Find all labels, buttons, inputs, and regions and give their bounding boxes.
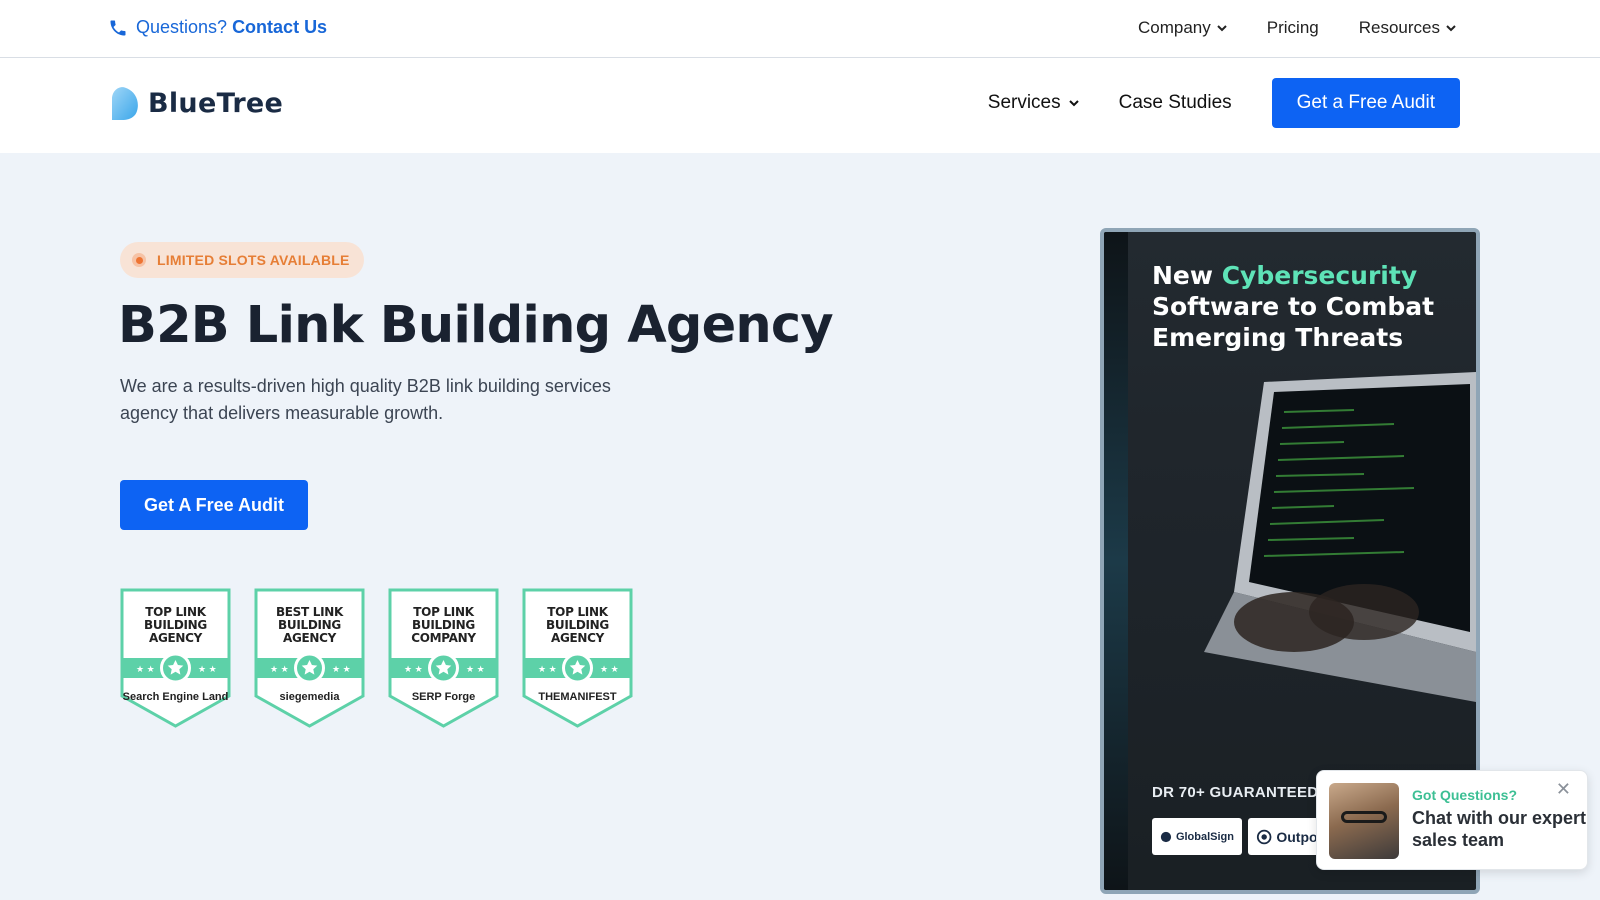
nav-company[interactable]: Company [1138, 18, 1227, 38]
contact-link[interactable]: Questions? Contact Us [108, 17, 327, 38]
status-dot-icon [132, 253, 146, 267]
award-source: Search Engine Land [122, 691, 229, 703]
award-line: TOP LINK [145, 605, 206, 619]
promo-title-new: New [1152, 261, 1213, 290]
award-line: BUILDING [278, 618, 341, 632]
brand-name: BlueTree [148, 87, 284, 119]
award-line: AGENCY [282, 631, 337, 645]
nav-services-label: Services [987, 92, 1061, 113]
chevron-down-icon [1217, 25, 1227, 32]
bluetree-logo-icon [112, 87, 138, 120]
award-source: SERP Forge [411, 691, 476, 703]
award-badge-serp-forge: ★ ★ ★ ★ TOP LINK BUILDING COMPANY SERP Forg… [388, 588, 499, 730]
chat-widget[interactable]: Got Questions? Chat with our expert sale… [1316, 770, 1588, 870]
chat-message: Chat with our expert sales team [1412, 808, 1587, 850]
globe-icon [1160, 831, 1172, 842]
utility-nav: Company Pricing Resources [1138, 18, 1456, 38]
sales-rep-avatar [1329, 783, 1399, 859]
award-line: TOP LINK [413, 605, 474, 619]
limited-slots-label: LIMITED SLOTS AVAILABLE [157, 252, 350, 268]
limited-slots-badge: LIMITED SLOTS AVAILABLE [120, 242, 364, 278]
phone-icon [110, 20, 126, 35]
hero-free-audit-button[interactable]: Get A Free Audit [120, 480, 309, 530]
nav-services[interactable]: Services [988, 92, 1079, 114]
target-icon [1256, 829, 1272, 844]
svg-text:★ ★: ★ ★ [404, 664, 423, 674]
nav-case-studies[interactable]: Case Studies [1119, 92, 1232, 114]
award-line: COMPANY [411, 631, 476, 645]
svg-text:★ ★: ★ ★ [332, 664, 351, 674]
award-badges: ★ ★ ★ ★ TOP LINK BUILDING AGENCY Search Eng… [120, 588, 633, 730]
svg-text:★ ★: ★ ★ [270, 664, 289, 674]
award-badge-siegemedia: ★ ★ ★ ★ BEST LINK BUILDING AGENCY siegemedi… [254, 588, 365, 730]
award-line: BUILDING [144, 618, 207, 632]
nav-resources[interactable]: Resources [1359, 18, 1456, 38]
award-line: AGENCY [148, 631, 203, 645]
nav-pricing[interactable]: Pricing [1267, 18, 1319, 38]
award-line: TOP LINK [547, 605, 608, 619]
main-links: Services Case Studies Get a Free Audit [988, 78, 1460, 128]
promo-title: New Cybersecurity Software to Combat Eme… [1152, 260, 1462, 353]
svg-text:★ ★: ★ ★ [600, 664, 619, 674]
chevron-down-icon [1446, 25, 1456, 32]
award-source: THEMANIFEST [538, 691, 617, 703]
main-nav: BlueTree Services Case Studies Get a Fre… [0, 58, 1600, 153]
chat-eyebrow: Got Questions? [1412, 787, 1517, 803]
utility-bar: Questions? Contact Us Company Pricing Re… [0, 0, 1600, 58]
promo-title-rest: Software to Combat Emerging Threats [1152, 292, 1435, 352]
award-line: BUILDING [412, 618, 475, 632]
chevron-down-icon [1068, 100, 1079, 107]
page-title: B2B Link Building Agency [118, 296, 834, 355]
globalsign-logo: GlobalSign [1152, 818, 1242, 855]
award-line: BUILDING [546, 618, 609, 632]
hero-description: We are a results-driven high quality B2B… [120, 376, 611, 423]
nav-company-label: Company [1138, 18, 1211, 37]
brand-logo[interactable]: BlueTree [108, 85, 283, 121]
svg-text:★ ★: ★ ★ [198, 664, 217, 674]
nav-pricing-label: Pricing [1266, 18, 1319, 37]
svg-text:★ ★: ★ ★ [538, 664, 557, 674]
contact-us-text[interactable]: Contact Us [232, 17, 327, 38]
nav-resources-label: Resources [1358, 18, 1440, 37]
promo-title-accent: Cybersecurity [1221, 261, 1418, 290]
svg-text:★ ★: ★ ★ [136, 664, 155, 674]
client-logos: GlobalSign Outpost [1152, 818, 1338, 855]
contact-prefix: Questions? [136, 17, 228, 37]
glasses-graphic [1341, 811, 1387, 823]
globalsign-label: GlobalSign [1175, 830, 1234, 843]
close-icon[interactable]: ✕ [1556, 779, 1571, 800]
award-line: AGENCY [550, 631, 605, 645]
award-source: siegemedia [279, 691, 340, 703]
dr-guarantee: DR 70+ GUARANTEED [1152, 784, 1319, 801]
award-line: BEST LINK [275, 605, 344, 619]
award-badge-the-manifest: ★ ★ ★ ★ TOP LINK BUILDING AGENCY THEMANIFES… [522, 588, 633, 730]
get-free-audit-button[interactable]: Get a Free Audit [1271, 78, 1460, 128]
svg-text:★ ★: ★ ★ [466, 664, 485, 674]
award-badge-search-engine-land: ★ ★ ★ ★ TOP LINK BUILDING AGENCY Search Eng… [120, 588, 231, 730]
